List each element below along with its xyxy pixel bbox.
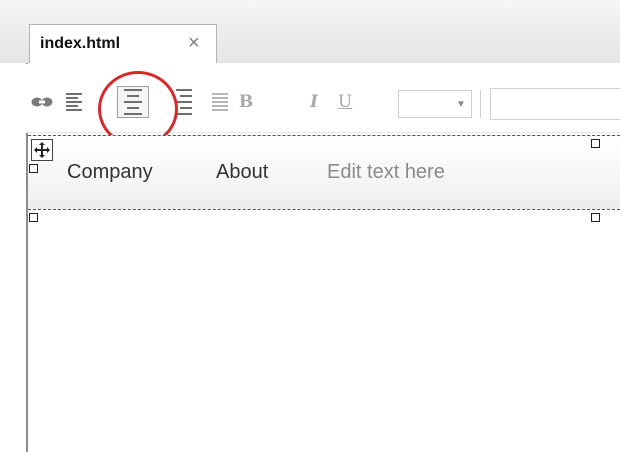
- tab-label: index.html: [40, 35, 121, 52]
- underline-button[interactable]: U: [331, 88, 359, 116]
- underline-label: U: [337, 92, 353, 112]
- chevron-down-icon[interactable]: ▼: [452, 92, 470, 116]
- nav-item-about[interactable]: About: [216, 161, 268, 184]
- tab-index-html[interactable]: index.html ×: [29, 24, 217, 64]
- font-field[interactable]: [490, 88, 620, 120]
- bold-label: B: [238, 92, 254, 112]
- resize-handle-bottom-right[interactable]: [591, 213, 600, 222]
- nav-item-company[interactable]: Company: [67, 161, 153, 184]
- link-icon[interactable]: [28, 88, 56, 116]
- toolbar-divider: [480, 90, 481, 118]
- italic-button[interactable]: I: [300, 88, 328, 116]
- resize-handle-top-right[interactable]: [591, 139, 600, 148]
- tab-bar: index.html ×: [0, 0, 620, 64]
- nav-item-placeholder[interactable]: Edit text here: [327, 161, 445, 184]
- resize-handle-top-left[interactable]: [29, 164, 38, 173]
- italic-label: I: [310, 92, 318, 112]
- close-icon[interactable]: ×: [188, 31, 200, 55]
- bold-button[interactable]: B: [232, 88, 260, 116]
- resize-handle-bottom-left[interactable]: [29, 213, 38, 222]
- align-justify-icon[interactable]: [206, 88, 234, 116]
- align-left-icon[interactable]: [60, 88, 88, 116]
- move-icon[interactable]: [31, 139, 53, 161]
